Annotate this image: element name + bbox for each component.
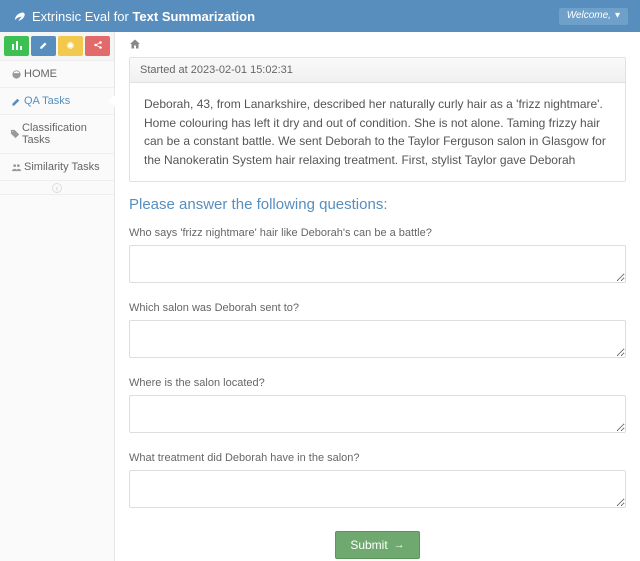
leaf-icon	[12, 8, 26, 25]
chevron-left-icon: ‹	[52, 183, 62, 193]
brand-prefix: Extrinsic Eval	[32, 9, 110, 24]
answer-input-1[interactable]	[129, 245, 626, 283]
sidebar-item-classification[interactable]: Classification Tasks	[0, 115, 114, 154]
bar-chart-icon	[12, 40, 22, 53]
sidebar: ✺ HOME QA Tasks Classification Tasks Sim…	[0, 32, 115, 561]
brand-middle: for	[114, 9, 129, 24]
app-header: Extrinsic Eval for Text Summarization We…	[0, 0, 640, 32]
quick-settings-button[interactable]: ✺	[58, 36, 83, 56]
sidebar-item-home[interactable]: HOME	[0, 61, 114, 88]
users-icon	[8, 162, 24, 173]
brand-text: Extrinsic Eval for Text Summarization	[32, 9, 255, 24]
submit-row: Submit →	[129, 531, 626, 559]
answer-input-2[interactable]	[129, 320, 626, 358]
main-content: Started at 2023-02-01 15:02:31 Deborah, …	[115, 32, 640, 561]
answer-input-4[interactable]	[129, 470, 626, 508]
pencil-icon	[39, 40, 49, 53]
quick-share-button[interactable]	[85, 36, 110, 56]
sidebar-collapse[interactable]: ‹	[0, 181, 114, 195]
question-label: What treatment did Deborah have in the s…	[129, 452, 626, 464]
passage-text: Deborah, 43, from Lanarkshire, described…	[130, 83, 625, 181]
chevron-down-icon: ▾	[615, 10, 620, 21]
brand-bold: Text Summarization	[132, 9, 255, 24]
task-panel: Started at 2023-02-01 15:02:31 Deborah, …	[129, 57, 626, 182]
question-label: Who says 'frizz nightmare' hair like Deb…	[129, 227, 626, 239]
dashboard-icon	[8, 69, 24, 80]
sidebar-item-similarity[interactable]: Similarity Tasks	[0, 154, 114, 181]
breadcrumb[interactable]	[129, 38, 626, 53]
welcome-label: Welcome,	[567, 10, 611, 21]
quick-edit-button[interactable]	[31, 36, 56, 56]
sidebar-quick-buttons: ✺	[0, 32, 114, 61]
sidebar-item-label: Similarity Tasks	[24, 161, 100, 173]
arrow-right-icon: →	[394, 539, 405, 551]
question-3: Where is the salon located?	[129, 377, 626, 436]
sidebar-item-qa-tasks[interactable]: QA Tasks	[0, 88, 114, 115]
edit-icon	[8, 96, 24, 107]
sidebar-item-label: Classification Tasks	[22, 122, 106, 146]
tags-icon	[8, 129, 22, 140]
submit-button[interactable]: Submit →	[335, 531, 419, 559]
question-label: Which salon was Deborah sent to?	[129, 302, 626, 314]
section-title: Please answer the following questions:	[129, 196, 626, 213]
welcome-dropdown[interactable]: Welcome, ▾	[559, 8, 628, 25]
panel-header: Started at 2023-02-01 15:02:31	[130, 58, 625, 83]
sidebar-nav: HOME QA Tasks Classification Tasks Simil…	[0, 61, 114, 181]
home-icon	[129, 39, 141, 53]
question-2: Which salon was Deborah sent to?	[129, 302, 626, 361]
sidebar-item-label: QA Tasks	[24, 95, 70, 107]
sun-icon: ✺	[66, 41, 74, 52]
sidebar-item-label: HOME	[24, 68, 57, 80]
submit-label: Submit	[350, 538, 387, 552]
question-label: Where is the salon located?	[129, 377, 626, 389]
question-4: What treatment did Deborah have in the s…	[129, 452, 626, 511]
share-icon	[93, 40, 103, 53]
quick-stats-button[interactable]	[4, 36, 29, 56]
answer-input-3[interactable]	[129, 395, 626, 433]
question-1: Who says 'frizz nightmare' hair like Deb…	[129, 227, 626, 286]
brand: Extrinsic Eval for Text Summarization	[12, 8, 255, 25]
